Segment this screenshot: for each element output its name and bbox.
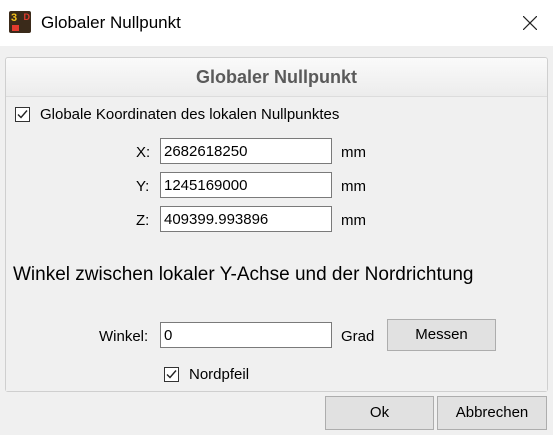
ok-button-label: Ok	[369, 404, 390, 421]
panel-header-title: Globaler Nullpunkt	[195, 67, 357, 87]
y-label: Y:	[136, 178, 150, 195]
angle-unit: Grad	[341, 328, 375, 345]
close-button[interactable]	[507, 0, 553, 46]
cancel-button-label: Abbrechen	[455, 404, 529, 421]
title-bar: 3D Globaler Nullpunkt	[0, 0, 553, 46]
cancel-button[interactable]: Abbrechen	[437, 396, 547, 430]
panel-header: Globaler Nullpunkt	[6, 58, 547, 97]
global-coords-checkbox[interactable]	[15, 107, 30, 122]
window-title: Globaler Nullpunkt	[41, 13, 181, 32]
measure-button[interactable]: Messen	[387, 319, 496, 351]
north-arrow-checkbox-label[interactable]: Nordpfeil	[189, 366, 249, 383]
angle-label: Winkel:	[99, 328, 149, 345]
global-coords-checkbox-label[interactable]: Globale Koordinaten des lokalen Nullpunk…	[40, 106, 339, 123]
close-icon	[523, 16, 537, 30]
checkmark-icon	[166, 370, 177, 379]
angle-input[interactable]: 0	[160, 322, 332, 348]
app-icon: 3D	[9, 11, 31, 33]
angle-heading: Winkel zwischen lokaler Y-Achse und der …	[13, 264, 474, 285]
x-label: X:	[136, 144, 151, 161]
north-arrow-checkbox[interactable]	[164, 367, 179, 382]
checkmark-icon	[17, 110, 28, 119]
z-label: Z:	[136, 212, 150, 229]
y-unit: mm	[341, 178, 366, 195]
z-coordinate-input[interactable]: 409399.993896	[160, 206, 332, 232]
y-coordinate-input[interactable]: 1245169000	[160, 172, 332, 198]
x-coordinate-input[interactable]: 2682618250	[160, 138, 332, 164]
measure-button-label: Messen	[415, 326, 468, 343]
main-panel: Globaler Nullpunkt Globale Koordinaten d…	[5, 57, 548, 392]
ok-button[interactable]: Ok	[325, 396, 434, 430]
x-unit: mm	[341, 144, 366, 161]
z-unit: mm	[341, 212, 366, 229]
panel-body: Globale Koordinaten des lokalen Nullpunk…	[6, 97, 547, 391]
